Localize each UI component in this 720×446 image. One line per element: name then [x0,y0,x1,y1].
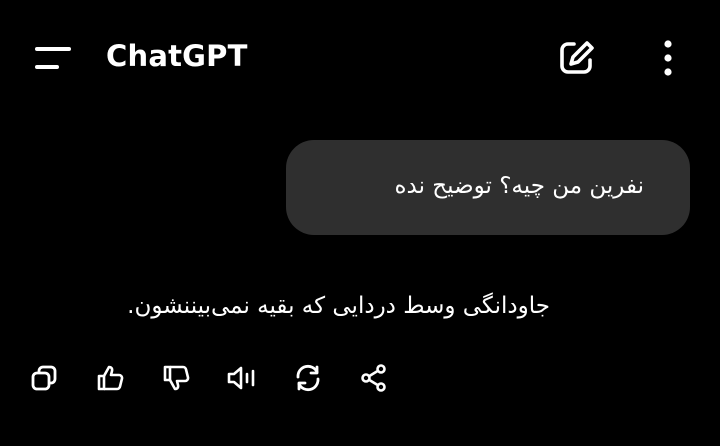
user-message-bubble: نفرین من چیه؟ توضیح نده [286,140,690,235]
menu-icon [35,47,71,69]
regenerate-icon [296,364,320,392]
copy-button[interactable] [22,356,66,400]
thumbs-down-icon [163,365,190,391]
share-button[interactable] [352,356,396,400]
edit-icon [560,41,594,74]
more-options-button[interactable] [646,34,690,82]
thumbs-up-icon [97,365,124,391]
regenerate-button[interactable] [286,356,330,400]
top-bar: ChatGPT [0,0,720,112]
read-aloud-button[interactable] [220,356,264,400]
user-message-text: نفرین من چیه؟ توضیح نده [394,173,644,199]
more-vertical-icon [664,40,672,76]
read-aloud-icon [227,366,255,390]
menu-button[interactable] [28,38,76,78]
app-title: ChatGPT [106,39,248,73]
assistant-message-text: جاودانگی وسط دردایی که بقیه نمی‌بیننشون. [127,293,550,319]
thumbs-up-button[interactable] [88,356,132,400]
copy-icon [31,365,57,391]
new-chat-button[interactable] [552,34,602,82]
share-icon [361,364,386,392]
thumbs-down-button[interactable] [154,356,198,400]
